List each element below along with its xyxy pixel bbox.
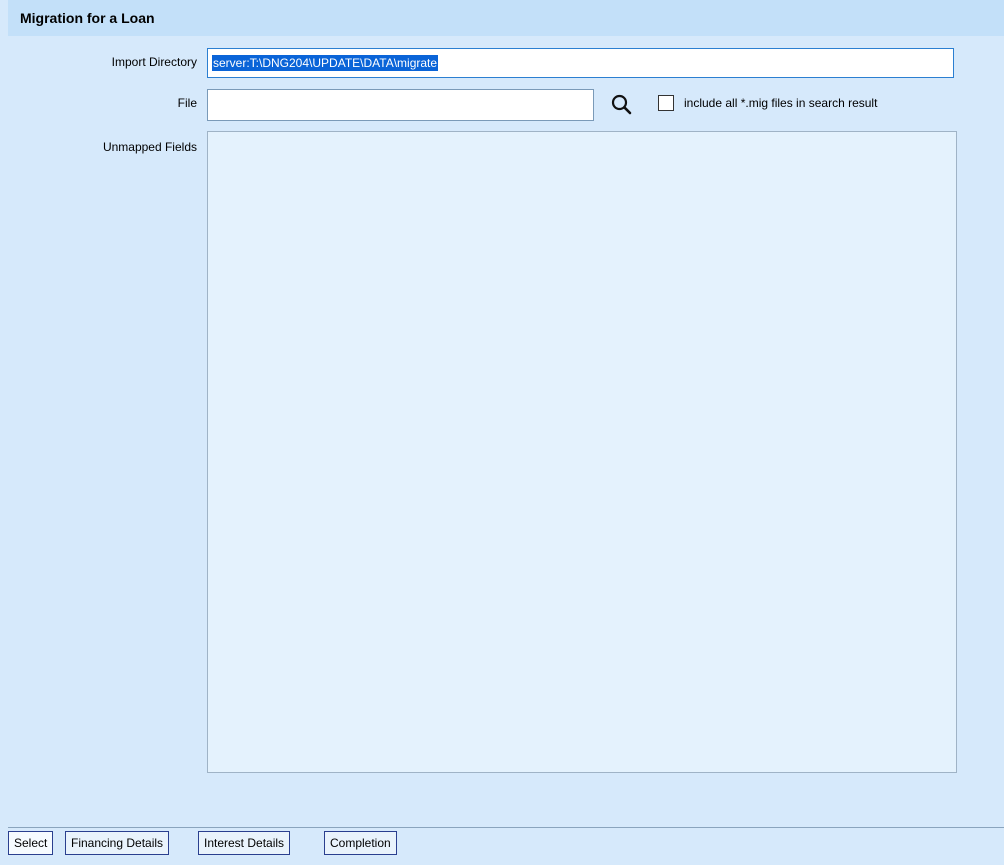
import-directory-input[interactable]: server:T:\DNG204\UPDATE\DATA\migrate bbox=[207, 48, 954, 78]
page-title: Migration for a Loan bbox=[20, 10, 155, 26]
import-directory-selected-text: server:T:\DNG204\UPDATE\DATA\migrate bbox=[212, 55, 439, 71]
file-label: File bbox=[177, 96, 197, 110]
tab-financing-details[interactable]: Financing Details bbox=[65, 831, 170, 855]
import-directory-label: Import Directory bbox=[111, 55, 197, 69]
include-all-checkbox[interactable] bbox=[658, 95, 674, 111]
tab-select[interactable]: Select bbox=[8, 831, 54, 855]
title-bar: Migration for a Loan bbox=[8, 0, 1004, 36]
include-all-label[interactable]: include all *.mig files in search result bbox=[684, 96, 877, 110]
tab-interest-details[interactable]: Interest Details bbox=[198, 831, 291, 855]
file-input[interactable] bbox=[207, 89, 594, 121]
tab-strip: Select Financing Details Interest Detail… bbox=[8, 827, 1004, 865]
magnifier-icon bbox=[611, 94, 632, 115]
unmapped-fields-list[interactable] bbox=[207, 131, 957, 773]
search-button[interactable] bbox=[608, 91, 636, 119]
tab-completion[interactable]: Completion bbox=[324, 831, 397, 855]
unmapped-fields-label: Unmapped Fields bbox=[102, 140, 197, 154]
